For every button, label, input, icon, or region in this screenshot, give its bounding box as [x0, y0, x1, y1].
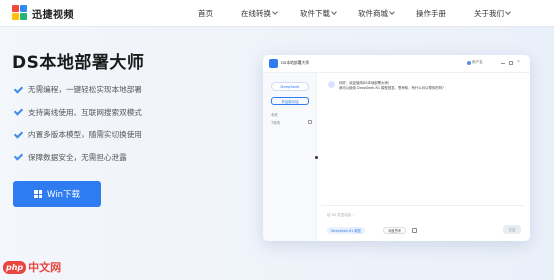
send-button[interactable]: 发送	[503, 225, 521, 234]
message-text: 你好，欢迎使用DS本地部署大师！ 我可以使用 DeepSeek-R1 模型回答，…	[339, 81, 446, 90]
close-icon: ×	[517, 59, 520, 65]
check-icon	[13, 130, 23, 140]
feature-list: 无需编程，一键轻松实现本地部署 支持离线使用、互联网搜索双模式 内置多版本模型，…	[13, 84, 142, 174]
sidebar-collapse-handle[interactable]	[315, 156, 318, 159]
nav-item-online-convert[interactable]: 在线转换	[241, 8, 278, 19]
assistant-avatar	[328, 81, 335, 88]
page-title: DS本地部署大师	[12, 53, 145, 73]
model-select-chip[interactable]: DeepSeek-R1 模型	[327, 227, 365, 234]
app-window-title: DS本地部署大师	[281, 60, 310, 65]
deep-think-toggle[interactable]: 深度思考	[383, 227, 407, 234]
user-label: 用户名	[472, 60, 483, 64]
windows-icon	[34, 190, 43, 198]
feature-item: 内置多版本模型，随需实切换使用	[13, 129, 142, 140]
watermark-badge: php	[3, 260, 27, 274]
maximize-icon	[509, 61, 513, 65]
check-icon	[13, 85, 23, 95]
feature-item: 支持离线使用、互联网搜索双模式	[13, 107, 142, 118]
chat-input-placeholder: 给 DS 发送消息...	[327, 213, 355, 217]
new-chat-button[interactable]: 开启新对话	[271, 97, 309, 105]
nav-item-home[interactable]: 首页	[198, 8, 213, 19]
chevron-down-icon	[272, 9, 278, 15]
main-menu: 首页 在线转换 软件下载 软件商城 操作手册 关于我们	[0, 8, 554, 20]
app-sidebar: DeepSeek 开启新对话 今天 7天内	[263, 73, 317, 241]
edit-icon[interactable]	[308, 120, 312, 124]
chevron-down-icon	[331, 9, 337, 15]
app-logo-icon	[269, 59, 278, 68]
chevron-down-icon	[505, 9, 511, 15]
minimize-icon	[501, 63, 505, 64]
attach-icon[interactable]	[412, 228, 417, 233]
chat-input-area[interactable]: 给 DS 发送消息... DeepSeek-R1 模型 深度思考 发送	[321, 205, 525, 237]
model-pill[interactable]: DeepSeek	[271, 82, 309, 91]
sidebar-item-week[interactable]: 7天内	[271, 120, 280, 125]
app-titlebar: DS本地部署大师 用户名 ×	[263, 55, 530, 73]
chevron-down-icon	[389, 9, 395, 15]
win-download-button[interactable]: Win下载	[13, 181, 101, 207]
feature-item: 保障数据安全，无需担心泄露	[13, 152, 142, 163]
nav-item-software-store[interactable]: 软件商城	[358, 8, 395, 19]
feature-item: 无需编程，一键轻松实现本地部署	[13, 84, 142, 95]
watermark-text: 中文网	[28, 261, 62, 274]
app-preview-window: DS本地部署大师 用户名 × DeepSeek 开启新对话 今天 7天内 你好，…	[263, 55, 530, 241]
nav-item-software-download[interactable]: 软件下载	[300, 8, 337, 19]
top-nav: 迅捷视频 首页 在线转换 软件下载 软件商城 操作手册 关于我们	[0, 0, 554, 27]
avatar	[467, 61, 471, 65]
check-icon	[13, 152, 23, 162]
nav-item-manual[interactable]: 操作手册	[416, 8, 446, 19]
nav-item-about[interactable]: 关于我们	[474, 8, 511, 19]
check-icon	[13, 107, 23, 117]
watermark: php 中文网	[3, 259, 61, 275]
sidebar-item-today[interactable]: 今天	[271, 112, 278, 117]
